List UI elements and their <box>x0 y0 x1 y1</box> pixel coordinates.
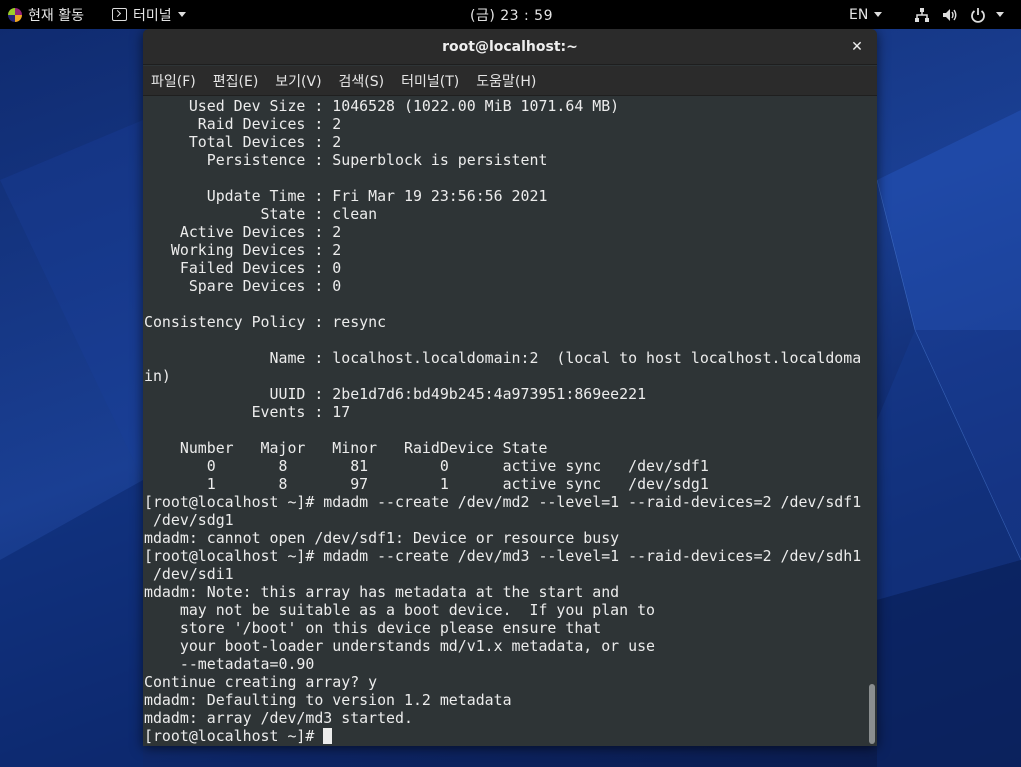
app-menu-label: 터미널 <box>133 7 172 24</box>
close-button[interactable]: ✕ <box>847 37 867 57</box>
volume-icon <box>942 7 958 23</box>
terminal-line: Update Time : Fri Mar 19 23:56:56 2021 <box>144 187 548 205</box>
network-icon <box>914 7 930 23</box>
clock-label: (금) 23 : 59 <box>470 7 554 24</box>
app-menu-button[interactable]: 터미널 <box>112 0 186 29</box>
terminal-window: root@localhost:~ ✕ 파일(F) 편집(E) 보기(V) 검색(… <box>143 29 877 746</box>
terminal-line: Name : localhost.localdomain:2 (local to… <box>144 349 862 367</box>
terminal-line: Persistence : Superblock is persistent <box>144 151 548 169</box>
power-icon <box>970 7 986 23</box>
terminal-line: /dev/sdg1 <box>144 511 234 529</box>
close-icon: ✕ <box>851 39 863 55</box>
system-menu-button[interactable] <box>914 0 1004 29</box>
terminal-line: /dev/sdi1 <box>144 565 234 583</box>
menu-item-search[interactable]: 검색(S) <box>339 71 385 91</box>
terminal-line: mdadm: Note: this array has metadata at … <box>144 583 620 601</box>
menu-bar: 파일(F) 편집(E) 보기(V) 검색(S) 터미널(T) 도움말(H) <box>143 66 877 96</box>
menu-item-help[interactable]: 도움말(H) <box>476 71 536 91</box>
terminal-line: State : clean <box>144 205 378 223</box>
terminal-line: 1 8 97 1 active sync /dev/sdg1 <box>144 475 709 493</box>
terminal-line: mdadm: array /dev/md3 started. <box>144 709 413 727</box>
menu-item-edit[interactable]: 편집(E) <box>213 71 259 91</box>
terminal-line: Active Devices : 2 <box>144 223 342 241</box>
terminal-line: your boot-loader understands md/v1.x met… <box>144 637 656 655</box>
text-cursor <box>323 728 333 744</box>
terminal-line: mdadm: cannot open /dev/sdf1: Device or … <box>144 529 620 547</box>
menu-item-view[interactable]: 보기(V) <box>275 71 321 91</box>
activities-button[interactable]: 현재 활동 <box>8 0 84 29</box>
terminal-line: --metadata=0.90 <box>144 655 315 673</box>
terminal-line: Number Major Minor RaidDevice State <box>144 439 548 457</box>
terminal-line: Used Dev Size : 1046528 (1022.00 MiB 107… <box>144 97 620 115</box>
terminal-output[interactable]: Used Dev Size : 1046528 (1022.00 MiB 107… <box>143 97 867 746</box>
terminal-line: Working Devices : 2 <box>144 241 342 259</box>
shell-prompt: [root@localhost ~]# <box>144 727 324 745</box>
terminal-line: Raid Devices : 2 <box>144 115 342 133</box>
terminal-line: UUID : 2be1d7d6:bd49b245:4a973951:869ee2… <box>144 385 647 403</box>
chevron-down-icon <box>996 12 1004 17</box>
terminal-prompt-line[interactable]: [root@localhost ~]# <box>144 727 867 745</box>
terminal-line: Continue creating array? y <box>144 673 378 691</box>
scrollbar-thumb[interactable] <box>869 684 875 744</box>
language-selector[interactable]: EN <box>849 0 883 29</box>
language-label: EN <box>849 6 869 23</box>
top-panel: 현재 활동 터미널 (금) 23 : 59 EN <box>0 0 1021 29</box>
terminal-line: Total Devices : 2 <box>144 133 342 151</box>
terminal-line: [root@localhost ~]# mdadm --create /dev/… <box>144 547 862 565</box>
terminal-line: Spare Devices : 0 <box>144 277 342 295</box>
chevron-down-icon <box>874 12 883 17</box>
terminal-line: mdadm: Defaulting to version 1.2 metadat… <box>144 691 512 709</box>
terminal-line: store '/boot' on this device please ensu… <box>144 619 602 637</box>
terminal-line: Events : 17 <box>144 403 351 421</box>
window-title: root@localhost:~ <box>442 38 578 55</box>
terminal-line: Failed Devices : 0 <box>144 259 342 277</box>
terminal-line: [root@localhost ~]# mdadm --create /dev/… <box>144 493 862 511</box>
window-titlebar[interactable]: root@localhost:~ ✕ <box>143 29 877 65</box>
terminal-scrollbar[interactable] <box>867 97 877 746</box>
terminal-line: may not be suitable as a boot device. If… <box>144 601 656 619</box>
activities-label: 현재 활동 <box>28 7 84 24</box>
clock-button[interactable]: (금) 23 : 59 <box>470 0 553 29</box>
terminal-icon <box>112 8 127 21</box>
chevron-down-icon <box>177 12 186 17</box>
centos-logo-icon <box>8 7 22 22</box>
terminal-line: in) <box>144 367 171 385</box>
menu-item-terminal[interactable]: 터미널(T) <box>401 71 459 91</box>
terminal-line: Consistency Policy : resync <box>144 313 387 331</box>
terminal-line: 0 8 81 0 active sync /dev/sdf1 <box>144 457 709 475</box>
menu-item-file[interactable]: 파일(F) <box>151 71 196 91</box>
